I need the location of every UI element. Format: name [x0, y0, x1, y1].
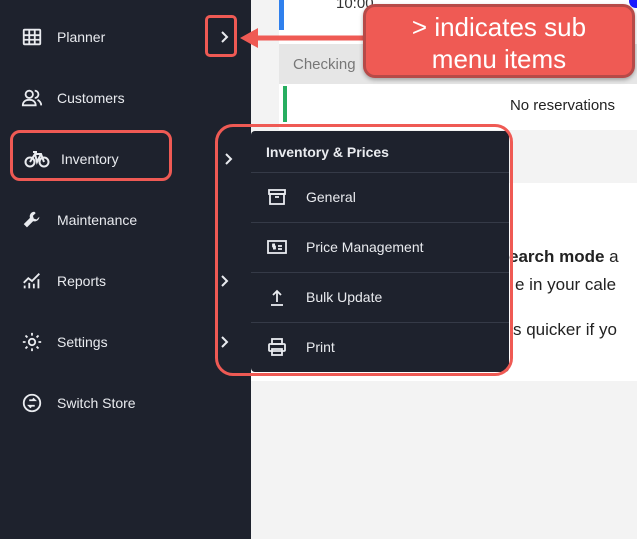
checking-label: Checking: [293, 56, 356, 73]
status-bar: [283, 86, 287, 122]
sidebar-item-settings[interactable]: Settings: [0, 322, 251, 362]
grid-icon: [22, 28, 42, 46]
info-line-2: e in your cale: [515, 275, 617, 294]
sidebar-item-label: Maintenance: [57, 212, 138, 228]
sidebar-item-switch-store[interactable]: Switch Store: [0, 383, 251, 423]
chart-icon: [23, 273, 40, 289]
info-bold: earch mode: [509, 247, 605, 266]
submenu-highlight: [215, 124, 513, 376]
sidebar-item-label: Switch Store: [57, 395, 136, 411]
info-rest: a: [604, 247, 619, 266]
annotation-line-1: > indicates sub: [411, 12, 587, 42]
wrench-icon: [23, 211, 40, 228]
inventory-highlight: [10, 130, 172, 181]
customers-icon: [21, 89, 43, 107]
sidebar-item-label: Planner: [57, 29, 106, 45]
sidebar-item-label: Settings: [57, 334, 108, 350]
annotation-callout: > indicates sub menu items: [363, 4, 635, 78]
no-reservations-text: No reservations: [509, 97, 615, 114]
sidebar-item-maintenance[interactable]: Maintenance: [0, 200, 251, 240]
chevron-highlight: [205, 15, 237, 57]
sidebar-item-label: Customers: [57, 90, 125, 106]
annotation-line-2: menu items: [431, 44, 567, 74]
sidebar-item-customers[interactable]: Customers: [0, 78, 251, 118]
sidebar-item-reports[interactable]: Reports: [0, 261, 251, 301]
sidebar: Planner Customers Inventory Maintenance …: [0, 0, 251, 539]
info-line-3: s quicker if yo: [513, 320, 617, 339]
arrow-icon: [240, 28, 363, 48]
switch-icon: [22, 393, 42, 413]
info-line-1: earch mode a: [509, 247, 619, 267]
gear-icon: [22, 332, 42, 352]
sidebar-item-label: Reports: [57, 273, 107, 289]
